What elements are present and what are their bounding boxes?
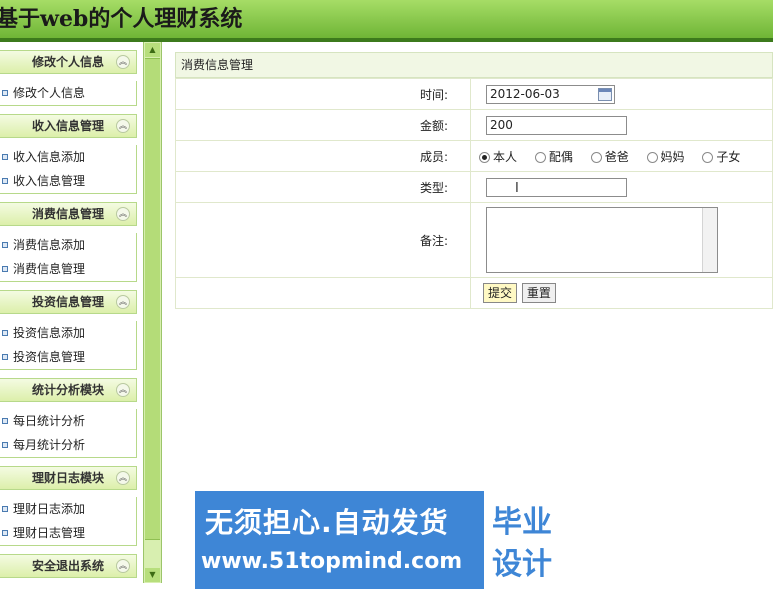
watermark-banner: 无须担心.自动发货 www.51topmind.com 毕业 设计 <box>195 491 582 589</box>
sidebar-section-title: 理财日志模块 <box>31 471 104 485</box>
app-header: 基于web的个人理财系统 <box>0 0 773 42</box>
sidebar-item-edit-profile[interactable]: 修改个人信息 <box>0 81 136 105</box>
sidebar-item-daily-stats[interactable]: 每日统计分析 <box>0 409 136 433</box>
bullet-icon <box>2 154 8 160</box>
double-chevron-up-icon[interactable]: ︽ <box>116 383 130 397</box>
sidebar-section-logout[interactable]: 安全退出系统 ︽ <box>0 554 137 578</box>
bullet-icon <box>2 242 8 248</box>
sidebar-item-log-add[interactable]: 理财日志添加 <box>0 497 136 521</box>
type-input[interactable]: I <box>486 177 627 197</box>
sidebar-section-title: 安全退出系统 <box>31 559 104 573</box>
sidebar-section-header[interactable]: 统计分析模块 ︽ <box>0 378 137 402</box>
double-chevron-up-icon[interactable]: ︽ <box>116 55 130 69</box>
sidebar-section-body: 每日统计分析 每月统计分析 <box>0 409 137 458</box>
double-chevron-up-icon[interactable]: ︽ <box>116 207 130 221</box>
note-label: 备注: <box>175 202 471 278</box>
radio-button[interactable] <box>590 151 602 163</box>
radio-self[interactable]: 本人 <box>479 148 517 165</box>
sidebar-section-body: 收入信息添加 收入信息管理 <box>0 145 137 194</box>
sidebar-section-header[interactable]: 修改个人信息 ︽ <box>0 50 137 74</box>
sidebar-item-invest-add[interactable]: 投资信息添加 <box>0 321 136 345</box>
sidebar-section-title: 消费信息管理 <box>31 207 104 221</box>
sidebar-section-body: 理财日志添加 理财日志管理 <box>0 497 137 546</box>
radio-mother[interactable]: 妈妈 <box>646 148 685 165</box>
type-label: 类型: <box>175 171 471 203</box>
submit-button[interactable]: 提交 <box>483 283 518 303</box>
sidebar-item-log-manage[interactable]: 理财日志管理 <box>0 521 136 545</box>
text-cursor-icon: I <box>515 180 519 196</box>
radio-button-checked[interactable] <box>479 151 490 163</box>
textarea-scrollbar[interactable] <box>702 208 717 272</box>
watermark-url: www.51topmind.com <box>201 549 463 574</box>
bullet-icon <box>2 530 8 536</box>
sidebar-section-title: 投资信息管理 <box>31 295 104 309</box>
sidebar-item-expense-add[interactable]: 消费信息添加 <box>0 233 136 257</box>
sidebar-item-invest-manage[interactable]: 投资信息管理 <box>0 345 136 369</box>
bullet-icon <box>2 418 8 424</box>
sidebar: 修改个人信息 ︽ 修改个人信息 收入信息管理 ︽ 收入信息添加 收入信息管理 消… <box>0 42 138 589</box>
sidebar-section-body: 投资信息添加 投资信息管理 <box>0 321 137 370</box>
double-chevron-up-icon[interactable]: ︽ <box>116 295 130 309</box>
sidebar-section-header[interactable]: 理财日志模块 ︽ <box>0 466 137 490</box>
note-textarea[interactable] <box>486 207 718 273</box>
radio-button[interactable] <box>702 151 714 163</box>
double-chevron-up-icon[interactable]: ︽ <box>116 559 130 573</box>
sidebar-scrollbar[interactable]: ▲ ▼ <box>143 42 162 583</box>
date-value: 2012-06-03 <box>490 86 560 101</box>
bullet-icon <box>2 506 8 512</box>
sidebar-section-body: 修改个人信息 <box>0 81 137 106</box>
scrollbar-thumb[interactable] <box>145 58 160 540</box>
double-chevron-up-icon[interactable]: ︽ <box>116 471 130 485</box>
bullet-icon <box>2 354 8 360</box>
amount-input[interactable]: 200 <box>486 115 627 135</box>
sidebar-section-title: 修改个人信息 <box>31 55 104 69</box>
scroll-up-arrow-icon[interactable]: ▲ <box>145 43 160 57</box>
sidebar-section-header[interactable]: 投资信息管理 ︽ <box>0 290 137 314</box>
form-title: 消费信息管理 <box>175 52 773 78</box>
radio-button[interactable] <box>534 151 546 163</box>
sidebar-section-body: 消费信息添加 消费信息管理 <box>0 233 137 282</box>
bullet-icon <box>2 266 8 272</box>
sidebar-section-title: 统计分析模块 <box>31 383 104 397</box>
sidebar-item-monthly-stats[interactable]: 每月统计分析 <box>0 433 136 457</box>
sidebar-section-title: 收入信息管理 <box>31 119 104 133</box>
scroll-down-arrow-icon[interactable]: ▼ <box>145 568 160 582</box>
main-content: 消费信息管理 时间: 2012-06-03 金额: 200 成员: 本人 配偶 … <box>175 52 773 309</box>
sidebar-item-expense-manage[interactable]: 消费信息管理 <box>0 257 136 281</box>
expense-form: 时间: 2012-06-03 金额: 200 成员: 本人 配偶 爸爸 妈妈 子… <box>175 78 773 309</box>
member-label: 成员: <box>175 140 471 172</box>
amount-value: 200 <box>490 117 513 132</box>
time-label: 时间: <box>175 78 471 110</box>
double-chevron-up-icon[interactable]: ︽ <box>116 119 130 133</box>
sidebar-section-header[interactable]: 收入信息管理 ︽ <box>0 114 137 138</box>
sidebar-section-header[interactable]: 消费信息管理 ︽ <box>0 202 137 226</box>
amount-label: 金额: <box>175 109 471 141</box>
watermark-slogan: 无须担心.自动发货 <box>205 506 449 539</box>
radio-spouse[interactable]: 配偶 <box>534 148 573 165</box>
bullet-icon <box>2 90 8 96</box>
bullet-icon <box>2 330 8 336</box>
member-radio-group: 本人 配偶 爸爸 妈妈 子女 <box>479 148 754 165</box>
date-input[interactable]: 2012-06-03 <box>486 84 615 104</box>
radio-button[interactable] <box>646 151 658 163</box>
sidebar-item-income-manage[interactable]: 收入信息管理 <box>0 169 136 193</box>
calendar-icon[interactable] <box>598 87 612 101</box>
bullet-icon <box>2 178 8 184</box>
reset-button[interactable]: 重置 <box>521 283 556 303</box>
sidebar-item-income-add[interactable]: 收入信息添加 <box>0 145 136 169</box>
radio-children[interactable]: 子女 <box>702 148 740 165</box>
app-title: 基于web的个人理财系统 <box>0 6 243 32</box>
watermark-badge: 毕业 设计 <box>481 491 582 589</box>
radio-father[interactable]: 爸爸 <box>590 148 629 165</box>
bullet-icon <box>2 442 8 448</box>
